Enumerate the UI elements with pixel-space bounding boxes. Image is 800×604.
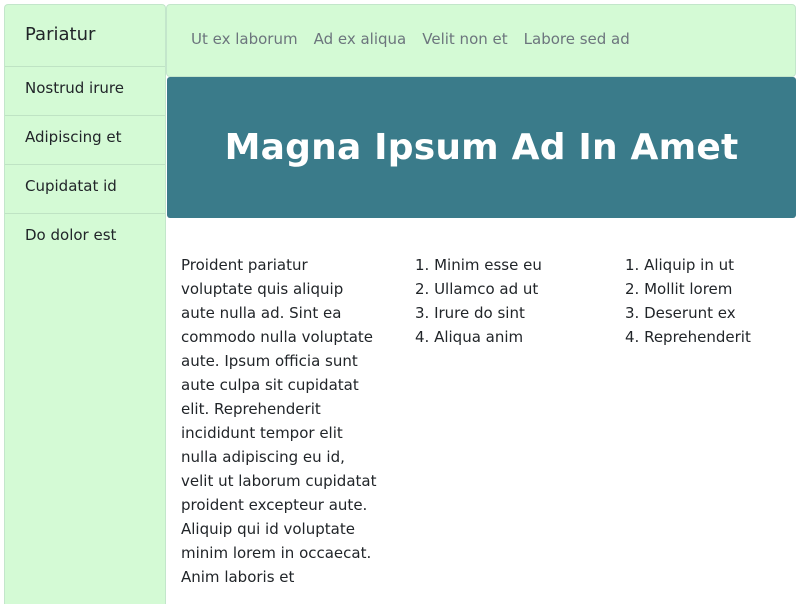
sidebar-item-cupidatat-id[interactable]: Cupidatat id — [5, 164, 165, 213]
list-item: 3. Irure do sint — [415, 304, 525, 322]
ordered-list-one: 1. Minim esse eu 2. Ullamco ad ut 3. Iru… — [415, 253, 542, 349]
sidebar-item-do-dolor-est[interactable]: Do dolor est — [5, 213, 165, 262]
sidebar-item-nostrud-irure[interactable]: Nostrud irure — [5, 66, 165, 115]
list-item: 1. Minim esse eu — [415, 256, 542, 274]
list-item: 2. Ullamco ad ut — [415, 280, 539, 298]
body-paragraph: Proident pariatur voluptate quis aliquip… — [181, 256, 377, 586]
nav-link-ut-ex-laborum[interactable]: Ut ex laborum — [191, 30, 298, 48]
sidebar-brand[interactable]: Pariatur — [5, 5, 165, 66]
nav-link-labore-sed-ad[interactable]: Labore sed ad — [524, 30, 630, 48]
list-item: 2. Mollit lorem — [625, 280, 733, 298]
top-nav-links: Ut ex laborum Ad ex aliqua Velit non et … — [167, 5, 795, 48]
top-navigation: Ut ex laborum Ad ex aliqua Velit non et … — [166, 4, 796, 77]
sidebar-item-adipiscing-et[interactable]: Adipiscing et — [5, 115, 165, 164]
nav-link-ad-ex-aliqua[interactable]: Ad ex aliqua — [314, 30, 407, 48]
hero-title: Magna Ipsum Ad In Amet — [224, 127, 739, 168]
sidebar: Pariatur Nostrud irure Adipiscing et Cup… — [4, 4, 166, 604]
list-item: 4. Reprehenderit — [625, 328, 751, 346]
hero-banner: Magna Ipsum Ad In Amet — [167, 77, 796, 218]
list-item: 1. Aliquip in ut — [625, 256, 734, 274]
ordered-list-two: 1. Aliquip in ut 2. Mollit lorem 3. Dese… — [625, 253, 751, 349]
list-item: 3. Deserunt ex — [625, 304, 736, 322]
nav-link-velit-non-et[interactable]: Velit non et — [422, 30, 507, 48]
list-item: 4. Aliqua anim — [415, 328, 524, 346]
